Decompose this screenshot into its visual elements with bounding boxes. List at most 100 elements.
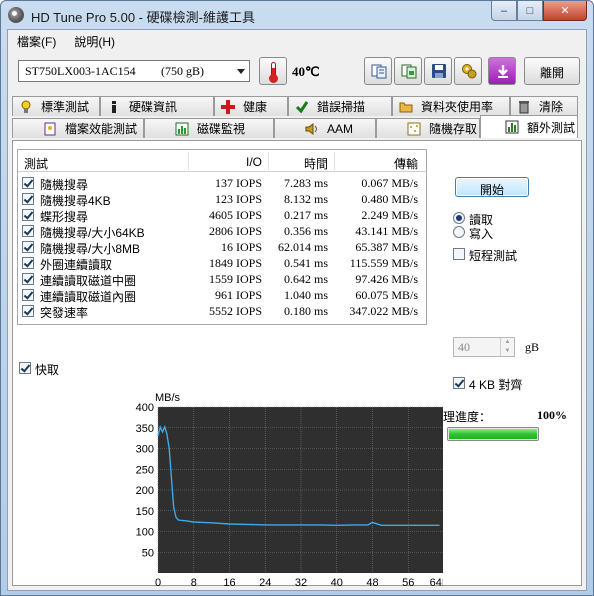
spin-up-icon[interactable]: ▲ xyxy=(500,338,514,347)
health-cross-icon xyxy=(221,99,235,114)
table-row[interactable]: 外圈連續讀取 1849 IOPS 0.541 ms 115.559 MB/s xyxy=(18,255,426,272)
row-checkbox[interactable] xyxy=(22,305,34,317)
radio-selected[interactable] xyxy=(453,212,465,224)
row-time: 62.014 ms xyxy=(277,240,328,254)
tab-disk-monitor-label: 磁碟監視 xyxy=(197,122,246,136)
copy-text-button[interactable] xyxy=(364,57,392,85)
temperature-readout: 40℃ xyxy=(292,64,320,79)
x-tick-label: 0 xyxy=(155,577,161,589)
row-checkbox[interactable] xyxy=(22,257,34,269)
tab-extra-tests[interactable]: 額外測試 xyxy=(480,115,578,138)
row-transfer: 2.249 MB/s xyxy=(361,208,418,222)
tab-erase[interactable]: 清除 xyxy=(510,96,578,116)
table-row[interactable]: 突發速率 5552 IOPS 0.180 ms 347.022 MB/s xyxy=(18,303,426,320)
tab-random-access[interactable]: 隨機存取 xyxy=(376,118,480,138)
cache-checkbox[interactable] xyxy=(19,362,31,374)
row-transfer: 347.022 MB/s xyxy=(349,304,418,318)
spin-down-icon[interactable]: ▼ xyxy=(500,347,514,356)
drive-select[interactable]: ST750LX003-1AC154 (750 gB) xyxy=(18,60,250,82)
tab-info[interactable]: 硬碟資訊 xyxy=(100,96,214,116)
row-time: 1.040 ms xyxy=(283,288,328,302)
tab-aam-label: AAM xyxy=(327,121,354,136)
row-io: 5552 IOPS xyxy=(208,304,262,318)
write-label: 寫入 xyxy=(469,227,494,241)
maximize-button[interactable]: □ xyxy=(517,1,543,21)
title-bar[interactable]: HD Tune Pro 5.00 - 硬碟檢測-維護工具 – □ ✕ xyxy=(1,1,593,29)
y-tick-label: 400 xyxy=(136,402,154,414)
header-time[interactable]: 時間 xyxy=(304,155,328,172)
short-test-checkbox[interactable] xyxy=(453,248,465,260)
tab-error-scan-label: 錯誤掃描 xyxy=(317,100,366,114)
tab-health[interactable]: 健康 xyxy=(214,96,288,116)
exit-button[interactable]: 離開 xyxy=(524,57,580,85)
row-time: 0.180 ms xyxy=(283,304,328,318)
row-transfer: 60.075 MB/s xyxy=(355,288,418,302)
tab-benchmark[interactable]: 標準測試 xyxy=(12,96,100,116)
monitor-icon xyxy=(175,122,189,136)
table-row[interactable]: 隨機搜尋/大小64KB 2806 IOPS 0.356 ms 43.141 MB/s xyxy=(18,223,426,240)
y-tick-label: 300 xyxy=(136,444,154,456)
table-row[interactable]: 連續讀取磁道內圈 961 IOPS 1.040 ms 60.075 MB/s xyxy=(18,287,426,304)
row-checkbox[interactable] xyxy=(22,225,34,237)
tab-aam[interactable]: AAM xyxy=(274,118,376,138)
lightbulb-icon xyxy=(19,100,33,114)
x-tick-label: 16 xyxy=(223,577,235,589)
table-row[interactable]: 隨機搜尋 137 IOPS 7.283 ms 0.067 MB/s xyxy=(18,175,426,192)
hd-tune-logo-icon xyxy=(8,7,24,23)
header-test[interactable]: 測試 xyxy=(24,155,48,172)
align-4kb-checkbox[interactable] xyxy=(453,377,465,389)
x-tick-label: 56 xyxy=(402,577,414,589)
info-icon xyxy=(107,100,121,114)
table-row[interactable]: 連續讀取磁道中圈 1559 IOPS 0.642 ms 97.426 MB/s xyxy=(18,271,426,288)
table-row[interactable]: 隨機搜尋/大小8MB 16 IOPS 62.014 ms 65.387 MB/s xyxy=(18,239,426,256)
row-time: 0.642 ms xyxy=(283,272,328,286)
row-transfer: 43.141 MB/s xyxy=(355,224,418,238)
tab-folder-usage[interactable]: 資料夾使用率 xyxy=(392,96,510,116)
save-button[interactable] xyxy=(424,57,452,85)
speaker-icon xyxy=(305,122,319,136)
extra-tests-panel: 測試 I/O 時間 傳輸 隨機搜尋 137 IOPS 7.283 ms 0.067 M… xyxy=(12,140,582,589)
header-transfer[interactable]: 傳輸 xyxy=(394,155,418,172)
start-button[interactable]: 開始 xyxy=(455,177,529,197)
download-button[interactable] xyxy=(488,57,516,85)
minimize-button[interactable]: – xyxy=(491,1,517,21)
x-tick-label: 8 xyxy=(191,577,197,589)
error-scan-icon xyxy=(295,100,309,114)
row-checkbox[interactable] xyxy=(22,209,34,221)
row-checkbox[interactable] xyxy=(22,241,34,253)
tab-benchmark-label: 標準測試 xyxy=(41,100,90,114)
row-time: 8.132 ms xyxy=(283,192,328,206)
y-tick-label: 100 xyxy=(136,527,154,539)
tab-error-scan[interactable]: 錯誤掃描 xyxy=(288,96,392,116)
table-row[interactable]: 隨機搜尋4KB 123 IOPS 8.132 ms 0.480 MB/s xyxy=(18,191,426,208)
radio-unselected[interactable] xyxy=(453,226,465,238)
test-size-spinner[interactable]: 40 ▲ ▼ xyxy=(453,337,515,357)
trash-icon xyxy=(517,100,531,114)
tab-file-benchmark[interactable]: 檔案效能測試 xyxy=(12,118,144,138)
temperature-button[interactable] xyxy=(259,57,287,85)
options-button[interactable] xyxy=(454,57,482,85)
row-checkbox[interactable] xyxy=(22,289,34,301)
app-window: HD Tune Pro 5.00 - 硬碟檢測-維護工具 – □ ✕ 檔案(F)… xyxy=(0,0,594,596)
row-checkbox[interactable] xyxy=(22,177,34,189)
short-test-label: 短程測試 xyxy=(469,249,518,263)
menu-help[interactable]: 說明(H) xyxy=(65,30,124,50)
row-io: 4605 IOPS xyxy=(208,208,262,222)
tab-info-label: 硬碟資訊 xyxy=(129,100,178,114)
thermometer-bulb xyxy=(269,74,278,83)
menu-file[interactable]: 檔案(F) xyxy=(8,30,65,50)
row-checkbox[interactable] xyxy=(22,273,34,285)
file-bench-icon xyxy=(43,122,57,136)
row-checkbox[interactable] xyxy=(22,193,34,205)
tab-disk-monitor[interactable]: 磁碟監視 xyxy=(144,118,274,138)
close-button[interactable]: ✕ xyxy=(543,1,587,21)
copy-screenshot-button[interactable] xyxy=(394,57,422,85)
table-row[interactable]: 蝶形搜尋 4605 IOPS 0.217 ms 2.249 MB/s xyxy=(18,207,426,224)
tab-row-top: 標準測試 硬碟資訊 健康 錯誤掃描 資料夾使用率 清除 xyxy=(12,96,578,116)
transfer-rate-chart: 50 100 150 200 250 300 350 400 0 8 16 24 32 40 48 56 64 M… xyxy=(136,392,443,589)
y-tick-label: 50 xyxy=(142,547,154,559)
header-io[interactable]: I/O xyxy=(246,155,262,169)
row-time: 7.283 ms xyxy=(283,176,328,190)
row-io: 16 IOPS xyxy=(220,240,262,254)
row-time: 0.356 ms xyxy=(283,224,328,238)
